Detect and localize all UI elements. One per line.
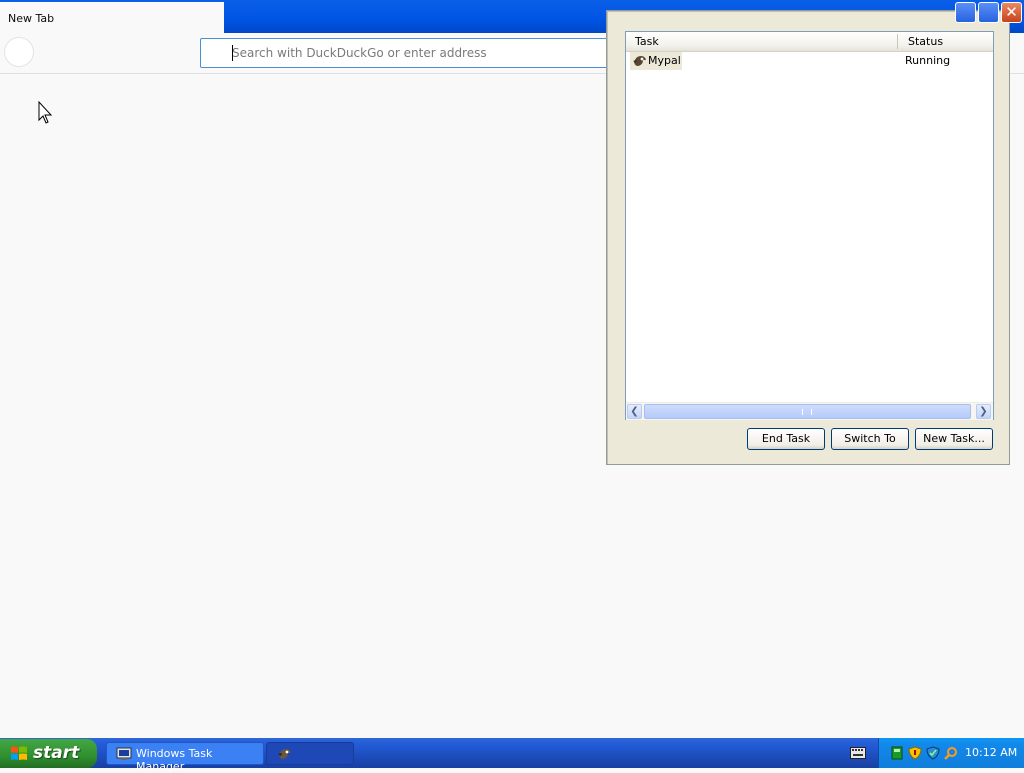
horizontal-scrollbar[interactable]: ❮ ❯ <box>626 402 993 420</box>
end-task-button[interactable]: End Task <box>747 428 825 450</box>
column-status[interactable]: Status <box>908 35 943 48</box>
mypal-icon <box>278 749 291 759</box>
taskbar-item-mypal[interactable] <box>266 742 354 765</box>
task-row[interactable]: Mypal Running <box>626 52 993 70</box>
updates-icon[interactable] <box>926 746 940 760</box>
switch-to-button[interactable]: Switch To <box>831 428 909 450</box>
close-icon: ✕ <box>1005 3 1018 21</box>
network-icon[interactable] <box>890 746 904 760</box>
maximize-button[interactable] <box>978 2 999 23</box>
new-task-button[interactable]: New Task... <box>915 428 993 450</box>
task-list[interactable]: Task Status Mypal Running ❮ ❯ <box>625 31 994 420</box>
keyboard-icon[interactable] <box>850 747 866 759</box>
start-button[interactable]: start <box>0 739 97 768</box>
taskbar-item-label: Windows Task Manager <box>136 747 213 773</box>
task-status: Running <box>905 54 951 67</box>
taskbar-item-task-manager[interactable]: Windows Task Manager <box>106 742 264 773</box>
mypal-icon <box>633 56 646 66</box>
window-controls: ✕ <box>955 2 1023 32</box>
minimize-button[interactable] <box>955 2 976 23</box>
tab-new-tab[interactable]: New Tab <box>0 2 224 34</box>
text-caret <box>232 45 233 61</box>
taskbar-clock[interactable]: 10:12 AM <box>965 746 1017 759</box>
scroll-right-icon[interactable]: ❯ <box>976 404 991 419</box>
task-manager-window: Task Status Mypal Running ❮ ❯ End Task S… <box>606 10 1010 465</box>
column-task[interactable]: Task <box>635 35 659 48</box>
back-button[interactable] <box>4 37 34 67</box>
search-icon[interactable] <box>944 746 958 760</box>
url-bar[interactable] <box>200 38 630 68</box>
taskbar: start Windows Task Manager 10:12 AM <box>0 738 1024 773</box>
scroll-left-icon[interactable]: ❮ <box>627 404 642 419</box>
system-tray: 10:12 AM <box>878 738 1024 768</box>
task-name: Mypal <box>648 54 681 67</box>
security-shield-icon[interactable] <box>908 746 922 760</box>
column-separator[interactable] <box>897 34 898 49</box>
windows-logo-icon <box>11 746 27 760</box>
tab-title: New Tab <box>8 12 55 25</box>
close-button[interactable]: ✕ <box>1001 2 1022 23</box>
task-manager-icon <box>116 747 132 760</box>
url-input[interactable] <box>232 44 612 62</box>
scroll-thumb[interactable] <box>644 404 971 419</box>
start-label: start <box>33 743 80 763</box>
mouse-pointer-icon <box>38 101 53 124</box>
task-list-header: Task Status <box>626 32 993 52</box>
scroll-grip <box>802 409 812 415</box>
